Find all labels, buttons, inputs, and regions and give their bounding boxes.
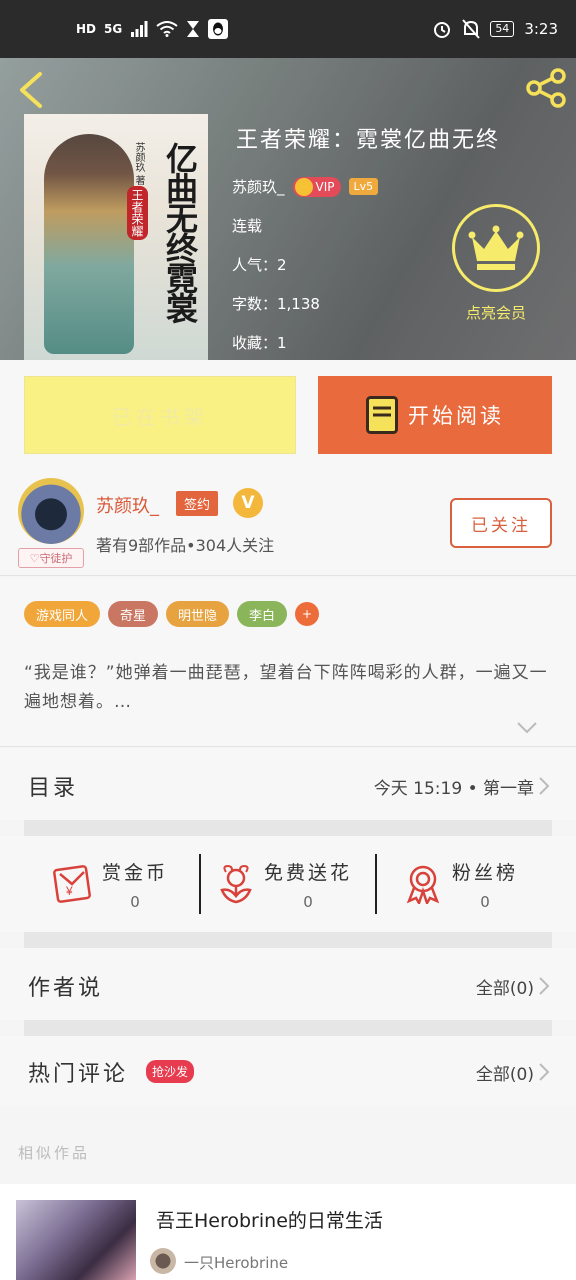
hot-comments-all: 全部(0) (475, 1065, 534, 1085)
on-shelf-button[interactable]: 已在书架 (24, 376, 296, 454)
wifi-icon (156, 21, 178, 37)
author-says-row[interactable]: 作者说 全部(0) (0, 948, 576, 1020)
guardian-tag: ♡ 守徒护 (18, 548, 84, 568)
clock: 3:23 (524, 20, 558, 38)
cover-illustration (44, 134, 134, 354)
crown-icon (294, 177, 313, 196)
mute-icon (462, 19, 481, 39)
hd-indicator: HD (76, 22, 97, 36)
start-reading-label: 开始阅读 (408, 404, 504, 428)
chevron-right-icon (539, 977, 550, 995)
more-tags-button[interactable]: + (295, 602, 320, 626)
start-reading-button[interactable]: 开始阅读 (318, 376, 552, 454)
network-indicator: 5G (104, 22, 123, 36)
similar-author-avatar (150, 1248, 176, 1274)
back-icon[interactable] (14, 70, 48, 110)
verified-icon: V (233, 488, 263, 518)
catalog-label: 目录 (28, 776, 79, 801)
similar-book-title: 吾王Herobrine的日常生活 (156, 1210, 383, 1232)
stat-value: 0 (130, 892, 140, 911)
hot-comments-label: 热门评论 (28, 1062, 129, 1087)
medal-icon (406, 865, 440, 904)
divider (375, 854, 377, 914)
stat-label: 粉丝榜 (452, 861, 519, 884)
member-label: 点亮会员 (465, 304, 526, 322)
tags-intro-section: 游戏同人 奇星 明世隐 李白 + “我是谁？”她弹着一曲琵琶，望着台下阵阵喝彩的… (0, 577, 576, 747)
signed-badge: 签约 (176, 491, 219, 516)
svg-text:¥: ¥ (65, 884, 73, 898)
divider (199, 854, 201, 914)
author-avatar[interactable] (18, 478, 84, 544)
alarm-icon (434, 22, 451, 38)
cover-series-badge: 王者荣耀 (127, 186, 148, 240)
similar-works-label: 相似作品 (18, 1144, 91, 1162)
fan-ranking-stat[interactable]: 粉丝榜 0 (404, 836, 518, 932)
stat-value: 0 (303, 892, 313, 911)
heart-icon: ♡ (29, 551, 40, 565)
tag-item[interactable]: 明世隐 (166, 601, 230, 627)
status-bar: HD 5G 54 3:23 (0, 0, 576, 58)
coin-reward-stat[interactable]: ¥ 赏金币 0 (50, 836, 168, 932)
level-badge: Lv5 (348, 178, 379, 195)
catalog-row[interactable]: 目录 今天 15:19 • 第一章 (0, 748, 576, 820)
chevron-right-icon (539, 1063, 550, 1081)
chevron-down-icon[interactable] (516, 721, 538, 735)
sofa-badge: 抢沙发 (146, 1060, 195, 1083)
book-favorites: 收藏：1 (232, 334, 287, 352)
signal-icon (131, 21, 148, 37)
divider (24, 1020, 552, 1036)
tag-item[interactable]: 游戏同人 (24, 601, 101, 627)
stat-value: 0 (480, 892, 490, 911)
interaction-stats: ¥ 赏金币 0 免费送花 0 粉丝榜 0 (0, 836, 576, 932)
author-card: ♡ 守徒护 苏颜玖_ 签约 V 著有9部作品•304人关注 已关注 (0, 464, 576, 576)
share-icon[interactable] (524, 66, 568, 110)
book-author[interactable]: 苏颜玖_ (232, 176, 285, 197)
chevron-right-icon (539, 777, 550, 795)
tag-item[interactable]: 李白 (237, 601, 288, 627)
book-title: 王者荣耀：霓裳亿曲无终 (236, 128, 501, 153)
similar-book-cover (16, 1200, 136, 1280)
qq-icon (208, 19, 229, 39)
similar-book-item[interactable]: 吾王Herobrine的日常生活 一只Herobrine (0, 1184, 576, 1280)
similar-book-author: 一只Herobrine (184, 1254, 289, 1272)
author-name[interactable]: 苏颜玖_ (96, 492, 159, 518)
stat-label: 免费送花 (264, 861, 353, 884)
hot-comments-row[interactable]: 热门评论 抢沙发 全部(0) (0, 1036, 576, 1106)
book-header: 王者荣耀 苏颜玖 著 亿曲无终霓裳 王者荣耀：霓裳亿曲无终 苏颜玖_ VIP L… (0, 58, 576, 360)
flower-icon (220, 864, 252, 904)
member-button[interactable]: 点亮会员 (448, 204, 544, 323)
vip-badge: VIP (292, 176, 341, 197)
author-says-all: 全部(0) (475, 979, 534, 999)
divider (24, 932, 552, 948)
follow-button[interactable]: 已关注 (450, 498, 552, 548)
red-envelope-icon: ¥ (53, 865, 91, 903)
action-bar: 已在书架 开始阅读 (0, 360, 576, 464)
divider (24, 820, 552, 836)
book-icon (366, 396, 398, 434)
author-stats: 著有9部作品•304人关注 (96, 536, 275, 555)
crown-icon (468, 225, 524, 270)
book-intro: “我是谁？”她弹着一曲琵琶，望着台下阵阵喝彩的人群，一遍又一遍地想着。… (24, 663, 548, 712)
stat-label: 赏金币 (102, 861, 169, 884)
free-flower-stat[interactable]: 免费送花 0 (218, 836, 352, 932)
tag-list: 游戏同人 奇星 明世隐 李白 + (24, 601, 320, 627)
cover-author: 苏颜玖 著 (133, 142, 144, 186)
battery-indicator: 54 (490, 21, 515, 37)
book-cover[interactable]: 王者荣耀 苏颜玖 著 亿曲无终霓裳 (24, 114, 208, 360)
author-says-label: 作者说 (28, 976, 104, 1001)
hourglass-icon (187, 21, 200, 37)
latest-chapter: 今天 15:19 • 第一章 (373, 779, 534, 799)
tag-item[interactable]: 奇星 (108, 601, 159, 627)
cover-title: 亿曲无终霓裳 (161, 142, 199, 322)
